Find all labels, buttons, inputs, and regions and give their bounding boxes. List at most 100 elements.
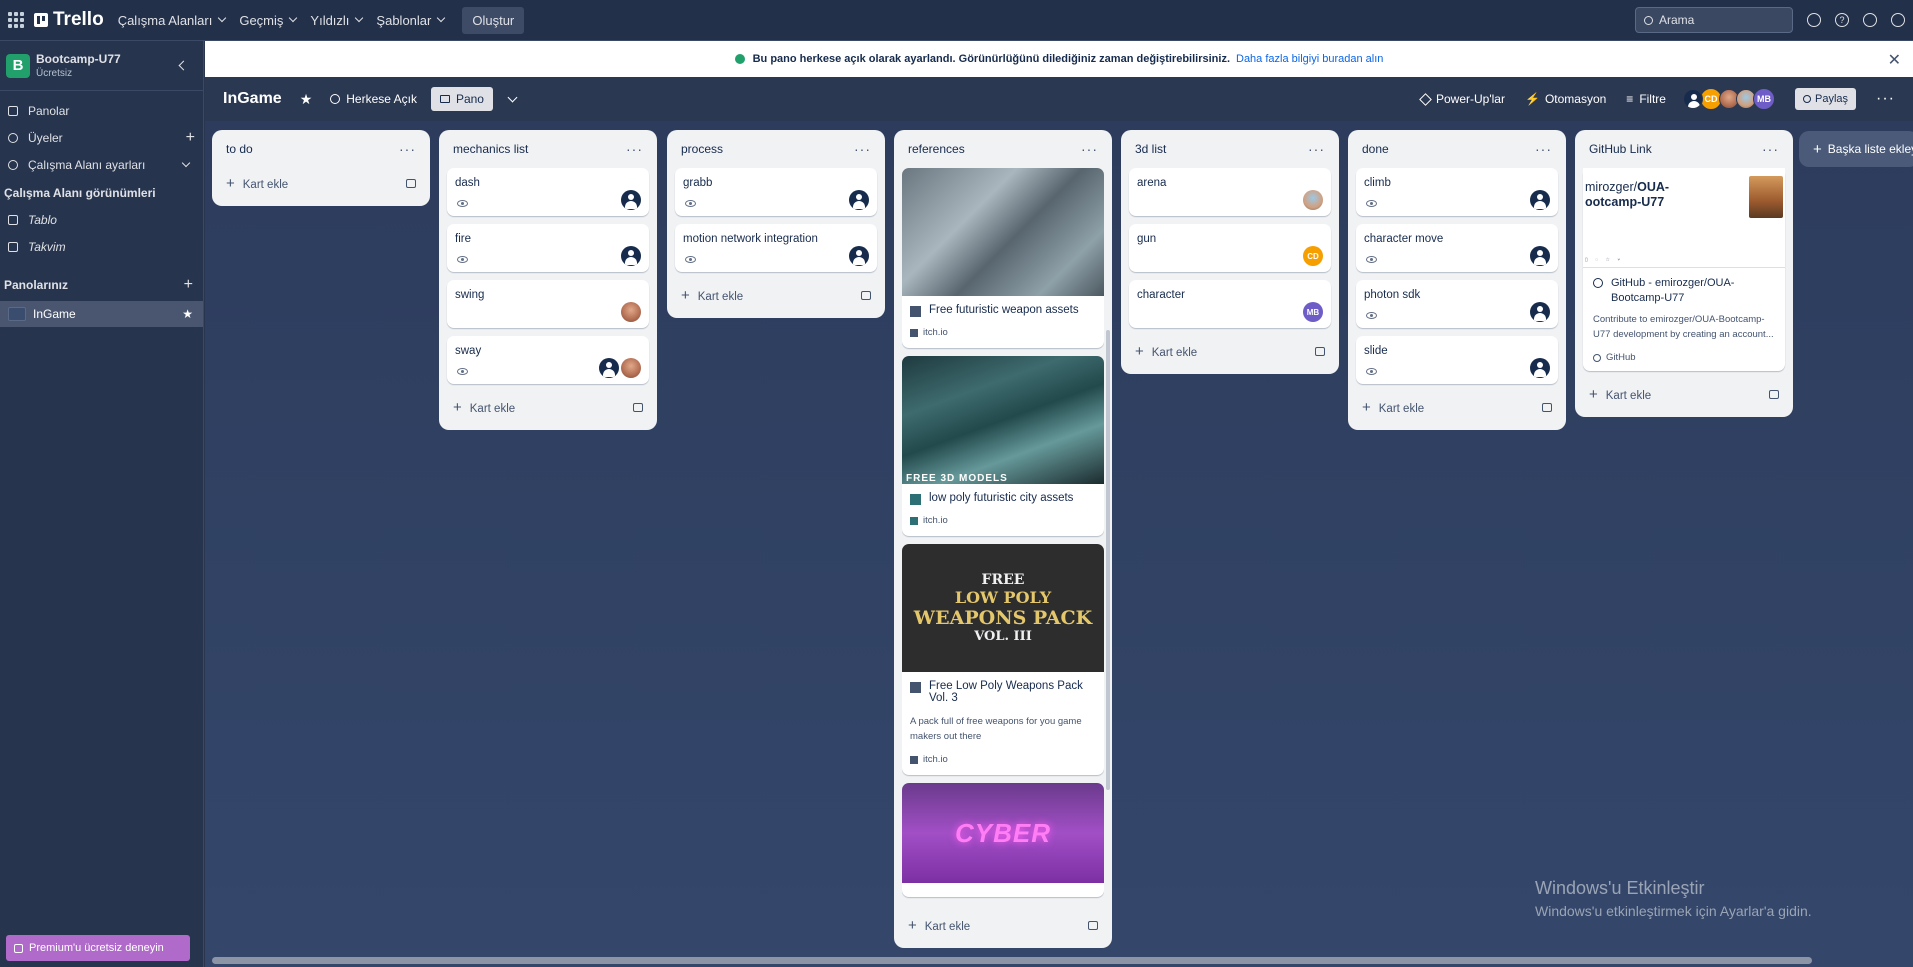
list-scrollbar[interactable] — [1106, 330, 1110, 790]
add-board-icon[interactable]: + — [184, 276, 193, 294]
avatar[interactable] — [599, 358, 619, 378]
card[interactable]: grabb — [675, 168, 877, 216]
avatar[interactable]: CD — [1303, 246, 1323, 266]
card[interactable]: fire — [447, 224, 649, 272]
visibility-button[interactable]: Herkese Açık — [330, 92, 417, 106]
card[interactable]: climb — [1356, 168, 1558, 216]
board-title[interactable]: InGame — [223, 90, 282, 108]
list-header[interactable]: to do ··· — [220, 130, 422, 168]
avatar[interactable] — [849, 246, 869, 266]
card[interactable]: Free futuristic weapon assets itch.io — [902, 168, 1104, 348]
list-header[interactable]: GitHub Link ··· — [1583, 130, 1785, 168]
horizontal-scrollbar[interactable] — [212, 957, 1812, 964]
avatar[interactable] — [621, 246, 641, 266]
sidebar-item-boards[interactable]: Panolar — [0, 98, 203, 124]
card[interactable]: slide — [1356, 336, 1558, 384]
card[interactable]: sway — [447, 336, 649, 384]
trello-logo[interactable]: Trello — [34, 9, 104, 31]
add-card-button[interactable]: + Kart ekle — [902, 910, 1104, 940]
template-icon[interactable] — [1542, 402, 1552, 412]
list-title[interactable]: done — [1362, 142, 1389, 156]
add-member-icon[interactable]: + — [186, 129, 195, 147]
sidebar-item-calendar[interactable]: Takvim — [0, 234, 203, 260]
card[interactable]: FREE 3D MODELS low poly futuristic city … — [902, 356, 1104, 536]
avatar[interactable] — [621, 358, 641, 378]
template-icon[interactable] — [1769, 389, 1779, 399]
nav-recent[interactable]: Geçmiş — [239, 13, 298, 28]
notifications-icon[interactable] — [1807, 13, 1821, 27]
list-menu-icon[interactable]: ··· — [1535, 141, 1552, 157]
avatar[interactable] — [1530, 190, 1550, 210]
add-card-button[interactable]: + Kart ekle — [1356, 392, 1558, 422]
add-card-button[interactable]: + Kart ekle — [447, 392, 649, 422]
add-card-button[interactable]: + Kart ekle — [675, 280, 877, 310]
card[interactable]: FREE LOW POLY WEAPONS PACK VOL. III Free… — [902, 544, 1104, 775]
star-icon[interactable]: ★ — [300, 91, 313, 108]
collapse-sidebar-icon[interactable] — [178, 60, 189, 71]
list-title[interactable]: 3d list — [1135, 142, 1166, 156]
template-icon[interactable] — [406, 178, 416, 188]
template-icon[interactable] — [1315, 346, 1325, 356]
card[interactable]: photon sdk — [1356, 280, 1558, 328]
learn-more-link[interactable]: Daha fazla bilgiyi buradan alın — [1236, 53, 1383, 65]
card[interactable]: gun CD — [1129, 224, 1331, 272]
card[interactable]: character move — [1356, 224, 1558, 272]
add-list-button[interactable]: + Başka liste ekleyin — [1799, 131, 1913, 167]
list-header[interactable]: mechanics list ··· — [447, 130, 649, 168]
list-title[interactable]: to do — [226, 142, 253, 156]
list-menu-icon[interactable]: ··· — [854, 141, 871, 157]
powerups-button[interactable]: Power-Up'lar — [1419, 92, 1505, 106]
account-icon[interactable] — [1891, 13, 1905, 27]
add-card-button[interactable]: + Kart ekle — [1583, 379, 1785, 409]
card[interactable]: character MB — [1129, 280, 1331, 328]
template-icon[interactable] — [1088, 920, 1098, 930]
help-icon[interactable]: ? — [1835, 13, 1849, 27]
list-menu-icon[interactable]: ··· — [626, 141, 643, 157]
create-button[interactable]: Oluştur — [462, 6, 525, 34]
filter-button[interactable]: ≡ Filtre — [1626, 92, 1666, 106]
sidebar-item-settings[interactable]: Çalışma Alanı ayarları — [0, 152, 203, 178]
app-switcher-icon[interactable] — [8, 12, 24, 28]
card[interactable]: swing — [447, 280, 649, 328]
list-header[interactable]: process ··· — [675, 130, 877, 168]
sidebar-item-members[interactable]: Üyeler + — [0, 125, 203, 151]
close-icon[interactable]: ✕ — [1888, 50, 1901, 70]
nav-templates[interactable]: Şablonlar — [376, 13, 446, 28]
add-card-button[interactable]: + Kart ekle — [220, 168, 422, 198]
list-title[interactable]: process — [681, 142, 723, 156]
list-menu-icon[interactable]: ··· — [1308, 141, 1325, 157]
list-title[interactable]: references — [908, 142, 965, 156]
sidebar-item-table[interactable]: Tablo — [0, 207, 203, 233]
card[interactable]: CYBER — [902, 783, 1104, 897]
avatar[interactable] — [1530, 302, 1550, 322]
avatar[interactable] — [621, 302, 641, 322]
share-button[interactable]: Paylaş — [1794, 88, 1857, 110]
template-icon[interactable] — [633, 402, 643, 412]
card[interactable]: motion network integration — [675, 224, 877, 272]
board-members[interactable]: CD MB — [1682, 88, 1775, 110]
search-input[interactable]: Arama — [1635, 7, 1793, 33]
theme-icon[interactable] — [1863, 13, 1877, 27]
avatar[interactable] — [621, 190, 641, 210]
card[interactable]: dash — [447, 168, 649, 216]
list-menu-icon[interactable]: ··· — [399, 141, 416, 157]
avatar[interactable] — [1303, 190, 1323, 210]
avatar[interactable] — [1530, 358, 1550, 378]
avatar[interactable] — [1682, 89, 1703, 109]
list-header[interactable]: done ··· — [1356, 130, 1558, 168]
nav-workspaces[interactable]: Çalışma Alanları — [118, 13, 227, 28]
star-icon[interactable]: ★ — [182, 307, 193, 321]
card[interactable]: mirozger/OUA-ootcamp-U77 ▯ ◌ ☆ ⑂ GitHub … — [1583, 168, 1785, 371]
premium-button[interactable]: Premium'u ücretsiz deneyin — [6, 935, 190, 961]
sidebar-board-ingame[interactable]: InGame ★ — [0, 301, 203, 327]
automation-button[interactable]: ⚡ Otomasyon — [1525, 92, 1606, 106]
list-title[interactable]: mechanics list — [453, 142, 528, 156]
avatar[interactable] — [849, 190, 869, 210]
board-view-button[interactable]: Pano — [430, 87, 493, 111]
avatar[interactable] — [1530, 246, 1550, 266]
list-title[interactable]: GitHub Link — [1589, 142, 1652, 156]
list-header[interactable]: 3d list ··· — [1129, 130, 1331, 168]
avatar[interactable]: MB — [1752, 88, 1775, 110]
avatar[interactable]: MB — [1303, 302, 1323, 322]
list-menu-icon[interactable]: ··· — [1762, 141, 1779, 157]
